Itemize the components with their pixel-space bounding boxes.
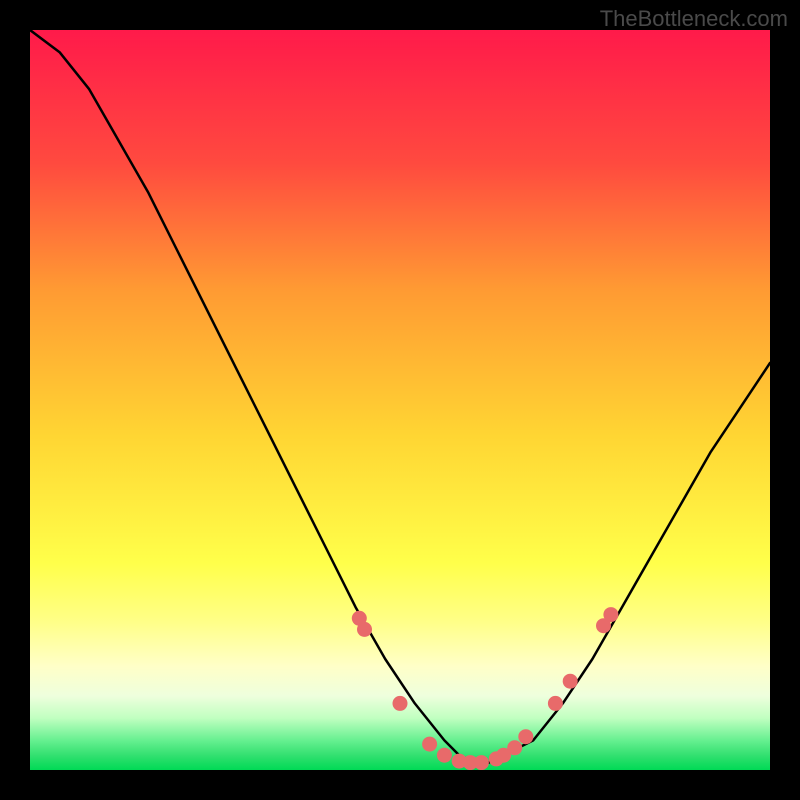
bottleneck-curve-svg: [30, 30, 770, 770]
threshold-marker: [563, 674, 578, 689]
threshold-marker: [518, 729, 533, 744]
plot-area: [30, 30, 770, 770]
threshold-marker: [507, 740, 522, 755]
threshold-marker: [393, 696, 408, 711]
threshold-marker: [603, 607, 618, 622]
threshold-marker: [357, 622, 372, 637]
threshold-marker: [474, 755, 489, 770]
bottleneck-curve: [30, 30, 770, 763]
threshold-marker: [548, 696, 563, 711]
threshold-marker: [422, 737, 437, 752]
threshold-marker: [437, 748, 452, 763]
attribution-text: TheBottleneck.com: [600, 6, 788, 32]
